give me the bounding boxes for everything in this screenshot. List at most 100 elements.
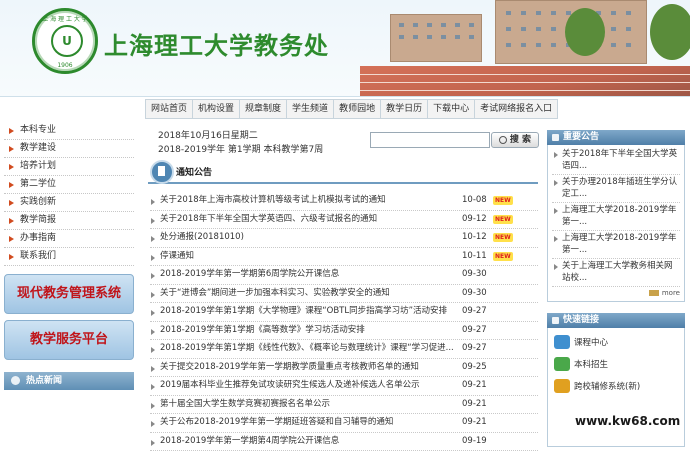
nav-item-regulations[interactable]: 规章制度 [240, 100, 287, 118]
notice-title[interactable]: 2018-2019学年第1学期《线性代数》、《概率论与数理统计》课程“学习促进.… [160, 340, 458, 358]
quick-link-minor-system[interactable]: 跨校辅修系统(新) [552, 376, 680, 398]
notice-row[interactable]: 处分通报(20181010)10-12NEW [150, 229, 538, 248]
notice-date: 10-08 [462, 192, 487, 210]
notice-date: 09-25 [462, 359, 487, 377]
notice-title[interactable]: 关于2018年下半年全国大学英语四、六级考试报名的通知 [160, 211, 458, 229]
announcement-item[interactable]: 上海理工大学2018-2019学年第一... [552, 231, 680, 259]
notice-row[interactable]: 第十届全国大学生数学竞赛初赛报名名单公示09-21 [150, 396, 538, 415]
quick-links-title: 快速链接 [563, 315, 599, 325]
notice-title[interactable]: 2018-2019学年第1学期《高等数学》学习坊活动安排 [160, 322, 458, 340]
announcement-item[interactable]: 关于上海理工大学教务相关网站校... [552, 259, 680, 287]
list-arrow-icon [151, 199, 155, 205]
nav-item-home[interactable]: 网站首页 [146, 100, 193, 118]
watermark: www.kw68.com [575, 414, 680, 428]
more-link[interactable]: more [552, 287, 680, 299]
notice-row[interactable]: 关于2018年上海市高校计算机等级考试上机模拟考试的通知10-08NEW [150, 192, 538, 211]
notice-row[interactable]: 2018-2019学年第1学期《高等数学》学习坊活动安排09-27 [150, 322, 538, 341]
sidebar-item-label: 培养计划 [20, 161, 56, 171]
notice-list: 关于2018年上海市高校计算机等级考试上机模拟考试的通知10-08NEW 关于2… [150, 192, 538, 451]
sidebar-item-majors[interactable]: 本科专业 [4, 122, 134, 140]
current-term-week: 2018-2019学年 第1学期 本科教学第7周 [158, 142, 323, 155]
nav-item-teachers[interactable]: 教师园地 [334, 100, 381, 118]
notice-title[interactable]: 关于公布2018-2019学年第一学期延班答疑和自习辅导的通知 [160, 414, 458, 432]
notice-row[interactable]: 关于“进博会”期间进一步加强本科实习、实验教学安全的通知09-30 [150, 285, 538, 304]
announcement-text[interactable]: 上海理工大学2018-2019学年第一... [562, 233, 676, 255]
announcement-text[interactable]: 关于2018年下半年全国大学英语四... [562, 149, 677, 171]
notice-row[interactable]: 2018-2019学年第一学期第6周学院公开课信息09-30 [150, 266, 538, 285]
notice-title[interactable]: 关于“进博会”期间进一步加强本科实习、实验教学安全的通知 [160, 285, 458, 303]
logo-emblem-icon: U [51, 25, 83, 57]
sidebar-item-contact[interactable]: 联系我们 [4, 248, 134, 266]
notice-title[interactable]: 关于提交2018-2019学年第一学期教学质量重点考核教师名单的通知 [160, 359, 458, 377]
bullet-arrow-icon [9, 146, 14, 152]
announcement-item[interactable]: 关于办理2018年插班生学分认定工... [552, 175, 680, 203]
list-arrow-icon [151, 310, 155, 316]
list-arrow-icon [151, 384, 155, 390]
search-input[interactable] [370, 132, 490, 148]
list-arrow-icon [151, 255, 155, 261]
university-logo[interactable]: 上 海 理 工 大 学 U 1906 [32, 8, 98, 74]
notice-date: 09-21 [462, 377, 487, 395]
bullet-arrow-icon [9, 164, 14, 170]
bullet-arrow-icon [9, 128, 14, 134]
notice-date: 10-11 [462, 248, 487, 266]
bullet-arrow-icon [9, 218, 14, 224]
notice-title[interactable]: 关于2018年上海市高校计算机等级考试上机模拟考试的通知 [160, 192, 458, 210]
notice-row[interactable]: 2018-2019学年第1学期《大学物理》课程“OBTL同步指高学习坊”活动安排… [150, 303, 538, 322]
notice-date: 09-12 [462, 211, 487, 229]
quick-link-label: 课程中心 [574, 338, 608, 348]
announcement-text[interactable]: 上海理工大学2018-2019学年第一... [562, 205, 676, 227]
notice-row[interactable]: 关于2018年下半年全国大学英语四、六级考试报名的通知09-12NEW [150, 211, 538, 230]
nav-item-students[interactable]: 学生频道 [287, 100, 334, 118]
quick-link-admissions[interactable]: 本科招生 [552, 354, 680, 376]
teaching-service-platform-button[interactable]: 教学服务平台 [4, 320, 134, 360]
notice-row[interactable]: 2018-2019学年第一学期第4周学院公开课信息09-19 [150, 433, 538, 451]
notice-row[interactable]: 停课通知10-11NEW [150, 248, 538, 267]
search-button[interactable]: 搜 索 [491, 132, 539, 148]
hot-news-header: 热点新闻 [4, 372, 134, 390]
notice-date: 09-30 [462, 266, 487, 284]
sidebar-item-label: 实践创新 [20, 197, 56, 207]
sidebar-item-teaching-construction[interactable]: 教学建设 [4, 140, 134, 158]
announcement-item[interactable]: 关于2018年下半年全国大学英语四... [552, 147, 680, 175]
list-arrow-icon [151, 329, 155, 335]
announcement-text[interactable]: 关于上海理工大学教务相关网站校... [562, 261, 673, 283]
nav-item-downloads[interactable]: 下载中心 [428, 100, 475, 118]
notice-title[interactable]: 2019届本科毕业生推荐免试攻读研究生候选人及递补候选人名单公示 [160, 377, 458, 395]
right-sidebar: 重要公告 关于2018年下半年全国大学英语四... 关于办理2018年插班生学分… [547, 130, 685, 447]
nav-item-organization[interactable]: 机构设置 [193, 100, 240, 118]
notice-title[interactable]: 停课通知 [160, 248, 458, 266]
notice-row[interactable]: 2018-2019学年第1学期《线性代数》、《概率论与数理统计》课程“学习促进.… [150, 340, 538, 359]
sidebar-item-teaching-briefing[interactable]: 教学简报 [4, 212, 134, 230]
sidebar-item-training-plan[interactable]: 培养计划 [4, 158, 134, 176]
quick-links-icon [552, 317, 559, 324]
list-arrow-icon [151, 292, 155, 298]
notice-row[interactable]: 2019届本科毕业生推荐免试攻读研究生候选人及递补候选人名单公示09-21 [150, 377, 538, 396]
notice-date: 09-21 [462, 414, 487, 432]
notice-title[interactable]: 2018-2019学年第一学期第4周学院公开课信息 [160, 433, 458, 451]
list-arrow-icon [151, 403, 155, 409]
hot-news-label: 热点新闻 [26, 376, 62, 386]
quick-links-header: 快速链接 [547, 313, 685, 328]
announcement-item[interactable]: 上海理工大学2018-2019学年第一... [552, 203, 680, 231]
sidebar-item-practice-innovation[interactable]: 实践创新 [4, 194, 134, 212]
notice-title[interactable]: 2018-2019学年第一学期第6周学院公开课信息 [160, 266, 458, 284]
notice-row[interactable]: 关于公布2018-2019学年第一学期延班答疑和自习辅导的通知09-21 [150, 414, 538, 433]
notice-title[interactable]: 第十届全国大学生数学竞赛初赛报名名单公示 [160, 396, 458, 414]
notice-row[interactable]: 关于提交2018-2019学年第一学期教学质量重点考核教师名单的通知09-25 [150, 359, 538, 378]
academic-management-system-button[interactable]: 现代教务管理系统 [4, 274, 134, 314]
notice-date: 10-12 [462, 229, 487, 247]
announcement-text[interactable]: 关于办理2018年插班生学分认定工... [562, 177, 677, 199]
bullet-arrow-icon [9, 200, 14, 206]
sidebar-item-guide[interactable]: 办事指南 [4, 230, 134, 248]
course-center-icon [554, 335, 570, 349]
sidebar-item-second-degree[interactable]: 第二学位 [4, 176, 134, 194]
search-button-label: 搜 索 [510, 135, 531, 145]
notice-title[interactable]: 处分通报(20181010) [160, 229, 458, 247]
nav-item-exam-registration[interactable]: 考试网络报名入口 [475, 100, 557, 118]
quick-link-course-center[interactable]: 课程中心 [552, 332, 680, 354]
sidebar-item-label: 本科专业 [20, 125, 56, 135]
notice-title[interactable]: 2018-2019学年第1学期《大学物理》课程“OBTL同步指高学习坊”活动安排 [160, 303, 458, 321]
bullet-arrow-icon [9, 254, 14, 260]
nav-item-calendar[interactable]: 教学日历 [381, 100, 428, 118]
